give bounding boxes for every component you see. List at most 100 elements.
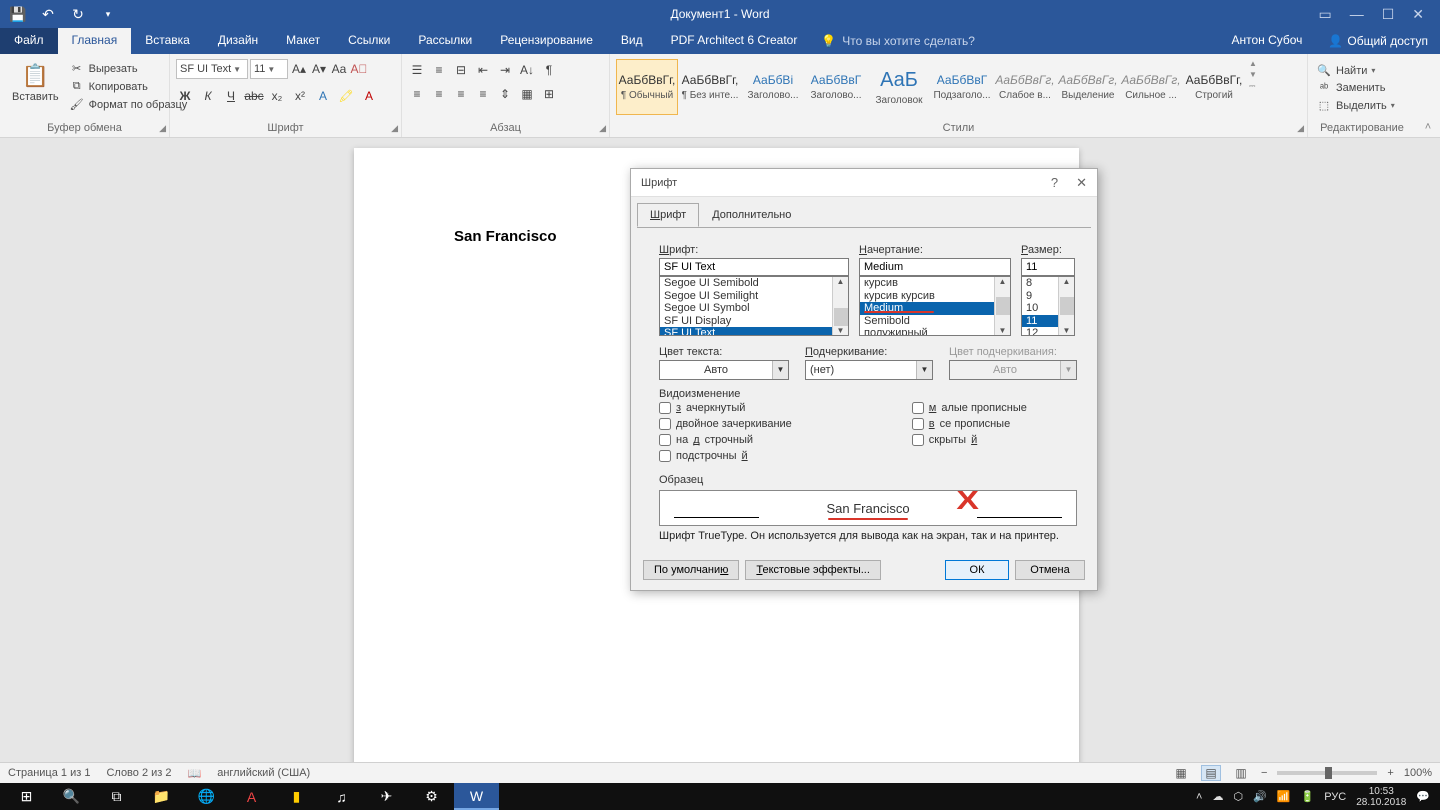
font-listbox[interactable]: Segoe UI SemiboldSegoe UI SemilightSegoe… — [659, 276, 849, 336]
input-lang[interactable]: РУС — [1324, 791, 1346, 803]
dialog-tab-advanced[interactable]: Дополнительно — [699, 203, 804, 227]
language-indicator[interactable]: английский (США) — [217, 767, 310, 779]
select-button[interactable]: ⬚Выделить▾ — [1314, 98, 1397, 113]
start-button[interactable]: ⊞ — [4, 783, 49, 810]
zoom-thumb[interactable] — [1325, 767, 1332, 779]
styles-dialog-launcher[interactable]: ◢ — [1297, 123, 1304, 134]
user-name[interactable]: Антон Субоч — [1217, 28, 1316, 54]
text-effects-button[interactable]: Текстовые эффекты... — [745, 560, 881, 580]
bold-icon[interactable]: Ж — [176, 87, 194, 105]
find-button[interactable]: 🔍Найти▾ — [1314, 63, 1397, 78]
tab-view[interactable]: Вид — [607, 28, 657, 54]
cb-smallcaps[interactable]: малые прописные — [912, 402, 1027, 414]
tab-insert[interactable]: Вставка — [131, 28, 204, 54]
ok-button[interactable]: ОК — [945, 560, 1009, 580]
scrollbar-thumb[interactable] — [1060, 297, 1074, 315]
undo-icon[interactable]: ↶ — [40, 6, 56, 22]
list-item[interactable]: SF UI Text — [660, 327, 848, 336]
style-field-input[interactable] — [859, 258, 1011, 276]
font-field-input[interactable] — [659, 258, 849, 276]
word-taskbar-icon[interactable]: W — [454, 783, 499, 810]
style-item[interactable]: АаБбВвГг,¶ Обычный — [616, 59, 678, 115]
clear-format-icon[interactable]: A⃠ — [350, 60, 368, 78]
tab-layout[interactable]: Макет — [272, 28, 334, 54]
list-item[interactable]: курсив — [860, 277, 1010, 290]
italic-icon[interactable]: К — [199, 87, 217, 105]
onedrive-icon[interactable]: ☁ — [1212, 790, 1223, 803]
tab-file[interactable]: Файл — [0, 28, 58, 54]
tray-expand-icon[interactable]: ˄ — [1196, 791, 1202, 803]
dec-indent-icon[interactable]: ⇤ — [474, 61, 492, 79]
close-icon[interactable]: ✕ — [1412, 6, 1424, 23]
list-item[interactable]: Segoe UI Symbol — [660, 302, 848, 315]
cb-allcaps[interactable]: все прописные — [912, 418, 1027, 430]
tab-review[interactable]: Рецензирование — [486, 28, 607, 54]
styles-scroll-down-icon[interactable]: ▼ — [1249, 70, 1257, 79]
task-view-icon[interactable]: ⧉ — [94, 783, 139, 810]
show-marks-icon[interactable]: ¶ — [540, 61, 558, 79]
scroll-up-icon[interactable]: ▲ — [999, 277, 1007, 286]
collapse-ribbon-icon[interactable]: ˄ — [1416, 54, 1440, 137]
dialog-tab-font[interactable]: Шрифт — [637, 203, 699, 227]
tab-design[interactable]: Дизайн — [204, 28, 272, 54]
style-item[interactable]: АаБбВвГг,Слабое в... — [994, 59, 1056, 115]
battery-icon[interactable]: 🔋 — [1301, 790, 1315, 803]
list-item[interactable]: Segoe UI Semilight — [660, 290, 848, 303]
highlight-icon[interactable]: 🖍 — [337, 87, 355, 105]
paragraph-dialog-launcher[interactable]: ◢ — [599, 123, 606, 134]
align-center-icon[interactable]: ≡ — [430, 85, 448, 103]
list-item[interactable]: Semibold — [860, 315, 1010, 328]
change-case-icon[interactable]: Aa — [330, 60, 348, 78]
clipboard-dialog-launcher[interactable]: ◢ — [159, 123, 166, 134]
shrink-font-icon[interactable]: A▾ — [310, 60, 328, 78]
font-size-combo[interactable]: 11▼ — [250, 59, 288, 79]
grow-font-icon[interactable]: A▴ — [290, 60, 308, 78]
tell-me-search[interactable]: 💡Что вы хотите сделать? — [811, 28, 985, 54]
list-item[interactable]: Segoe UI Semibold — [660, 277, 848, 290]
align-right-icon[interactable]: ≡ — [452, 85, 470, 103]
superscript-icon[interactable]: x² — [291, 87, 309, 105]
share-button[interactable]: 👤Общий доступ — [1316, 28, 1440, 54]
justify-icon[interactable]: ≡ — [474, 85, 492, 103]
cb-superscript[interactable]: надстрочный — [659, 434, 792, 446]
bullets-icon[interactable]: ☰ — [408, 61, 426, 79]
replace-button[interactable]: ᵃᵇЗаменить — [1314, 81, 1397, 95]
sound-icon[interactable]: 🔊 — [1253, 790, 1267, 803]
borders-icon[interactable]: ⊞ — [540, 85, 558, 103]
telegram-icon[interactable]: ✈ — [364, 783, 409, 810]
align-left-icon[interactable]: ≡ — [408, 85, 426, 103]
multilevel-icon[interactable]: ⊟ — [452, 61, 470, 79]
style-item[interactable]: АаБбВвГПодзаголо... — [931, 59, 993, 115]
clock[interactable]: 10:53 28.10.2018 — [1356, 786, 1406, 808]
proofing-icon[interactable]: 📖 — [188, 767, 202, 780]
subscript-icon[interactable]: x₂ — [268, 87, 286, 105]
scroll-down-icon[interactable]: ▼ — [999, 326, 1007, 335]
redo-icon[interactable]: ↻ — [70, 6, 86, 22]
web-layout-icon[interactable]: ▥ — [1231, 765, 1251, 781]
font-dialog-launcher[interactable]: ◢ — [391, 123, 398, 134]
cb-double-strike[interactable]: двойное зачеркивание — [659, 418, 792, 430]
page-indicator[interactable]: Страница 1 из 1 — [8, 767, 90, 779]
explorer-icon[interactable]: 📁 — [139, 783, 184, 810]
cancel-button[interactable]: Отмена — [1015, 560, 1085, 580]
style-listbox[interactable]: курсивкурсив курсивMediumSemiboldполужир… — [859, 276, 1011, 336]
text-color-combo[interactable]: Авто▼ — [659, 360, 789, 380]
tab-home[interactable]: Главная — [58, 28, 132, 54]
scrollbar-thumb[interactable] — [996, 297, 1010, 315]
size-field-input[interactable] — [1021, 258, 1075, 276]
style-item[interactable]: АаБбВвГг,Сильное ... — [1120, 59, 1182, 115]
underline-icon[interactable]: Ч — [222, 87, 240, 105]
styles-gallery[interactable]: АаБбВвГг,¶ ОбычныйАаБбВвГг,¶ Без инте...… — [616, 59, 1245, 115]
paste-button[interactable]: 📋 Вставить — [6, 59, 65, 107]
text-effects-icon[interactable]: A — [314, 87, 332, 105]
style-item[interactable]: АаБбВвГг,Выделение — [1057, 59, 1119, 115]
styles-scroll-up-icon[interactable]: ▲ — [1249, 59, 1257, 68]
style-item[interactable]: АаБбВвГг,¶ Без инте... — [679, 59, 741, 115]
set-default-button[interactable]: По умолчанию — [643, 560, 739, 580]
zoom-in-icon[interactable]: + — [1387, 767, 1393, 779]
style-item[interactable]: АаБбВіЗаголово... — [742, 59, 804, 115]
maximize-icon[interactable]: ☐ — [1382, 6, 1395, 23]
tab-pdf-architect[interactable]: PDF Architect 6 Creator — [657, 28, 812, 54]
search-icon[interactable]: 🔍 — [49, 783, 94, 810]
cb-subscript[interactable]: подстрочный — [659, 450, 792, 462]
